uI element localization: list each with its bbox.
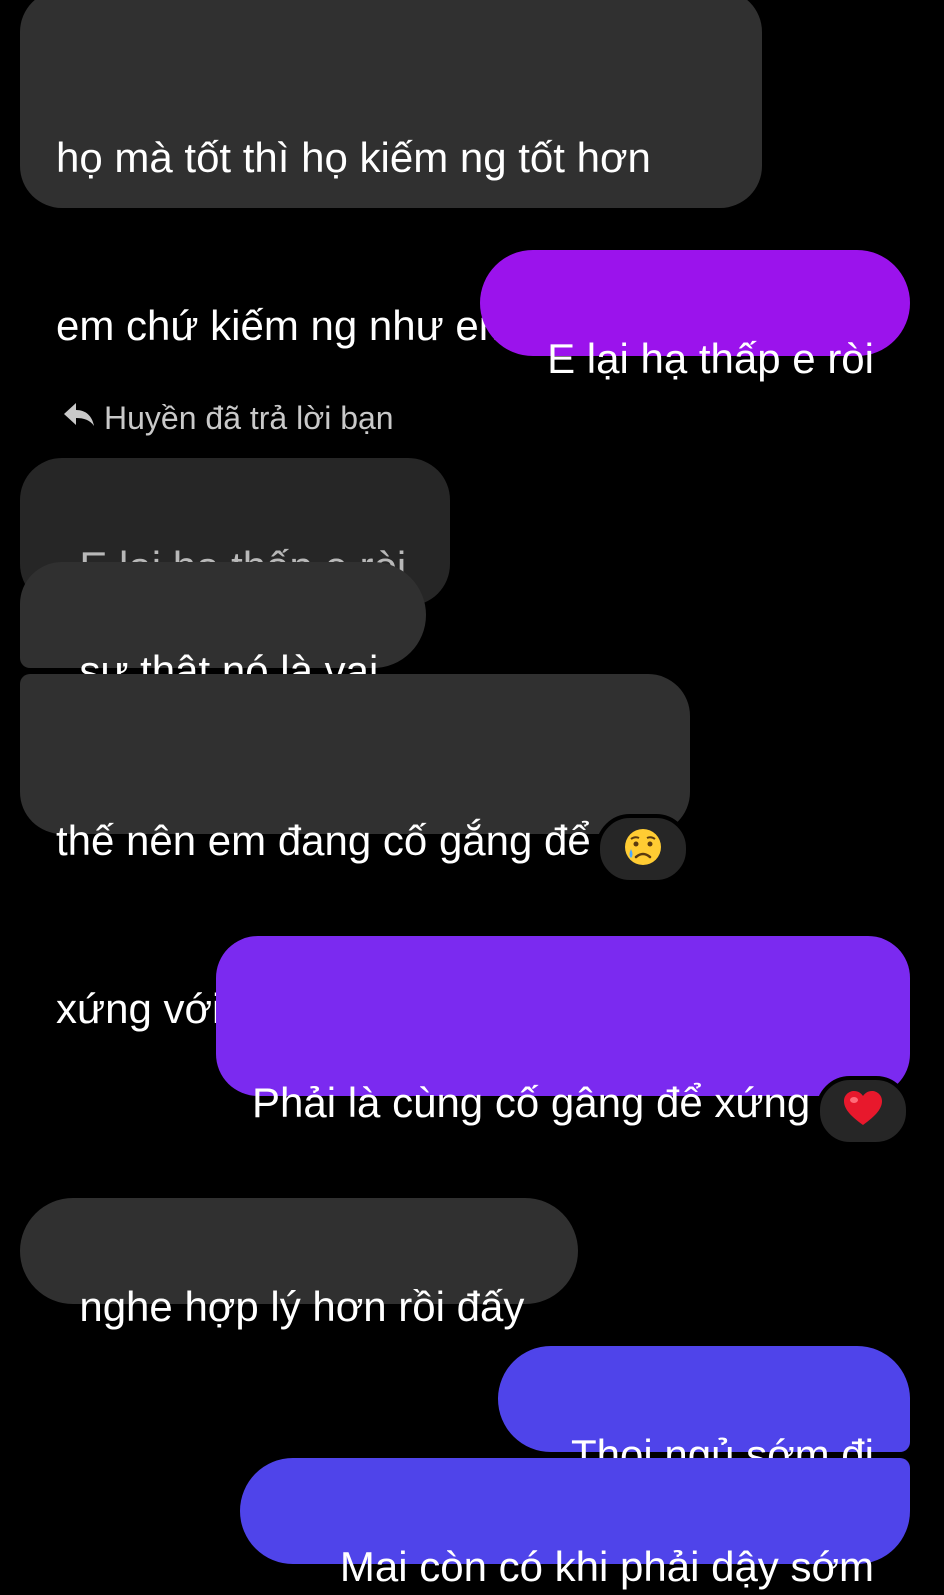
red-heart-emoji xyxy=(843,1090,883,1132)
message-text: E lại hạ thấp e ròi xyxy=(547,335,874,382)
sent-message-bubble[interactable]: Thoi ngủ sớm đi xyxy=(498,1346,910,1478)
sent-message-bubble[interactable]: Mai còn có khi phải dậy sớm xyxy=(240,1458,910,1590)
received-message-bubble[interactable]: nghe hợp lý hơn rồi đấy xyxy=(20,1198,578,1330)
message-reaction[interactable] xyxy=(596,814,690,884)
sad-tear-face-emoji xyxy=(623,827,663,872)
message-text: nghe hợp lý hơn rồi đấy xyxy=(79,1283,525,1330)
received-message-bubble[interactable]: sự thật nó là vại xyxy=(20,562,426,694)
reply-label-text: Huyền đã trả lời bạn xyxy=(104,400,394,436)
message-text-line: họ mà tốt thì họ kiếm ng tốt hơn xyxy=(56,134,651,181)
message-text-line: Phải là cùng cố gâng để xứng xyxy=(252,1079,811,1126)
sent-message-bubble[interactable]: Phải là cùng cố gâng để xứng vs nhau xyxy=(216,936,910,1294)
reply-indicator: Huyền đã trả lời bạn xyxy=(62,398,394,438)
message-text: Mai còn có khi phải dậy sớm xyxy=(339,1543,874,1590)
received-message-bubble[interactable]: họ mà tốt thì họ kiếm ng tốt hơn em chứ … xyxy=(20,0,762,577)
received-message-bubble[interactable]: thế nên em đang cố gắng để xứng với anh … xyxy=(20,674,690,1032)
reply-arrow-icon xyxy=(62,398,96,438)
message-text-line: thế nên em đang cố gắng để xyxy=(56,817,591,864)
message-reaction[interactable] xyxy=(816,1076,910,1146)
sent-message-bubble[interactable]: E lại hạ thấp e ròi xyxy=(480,250,910,382)
